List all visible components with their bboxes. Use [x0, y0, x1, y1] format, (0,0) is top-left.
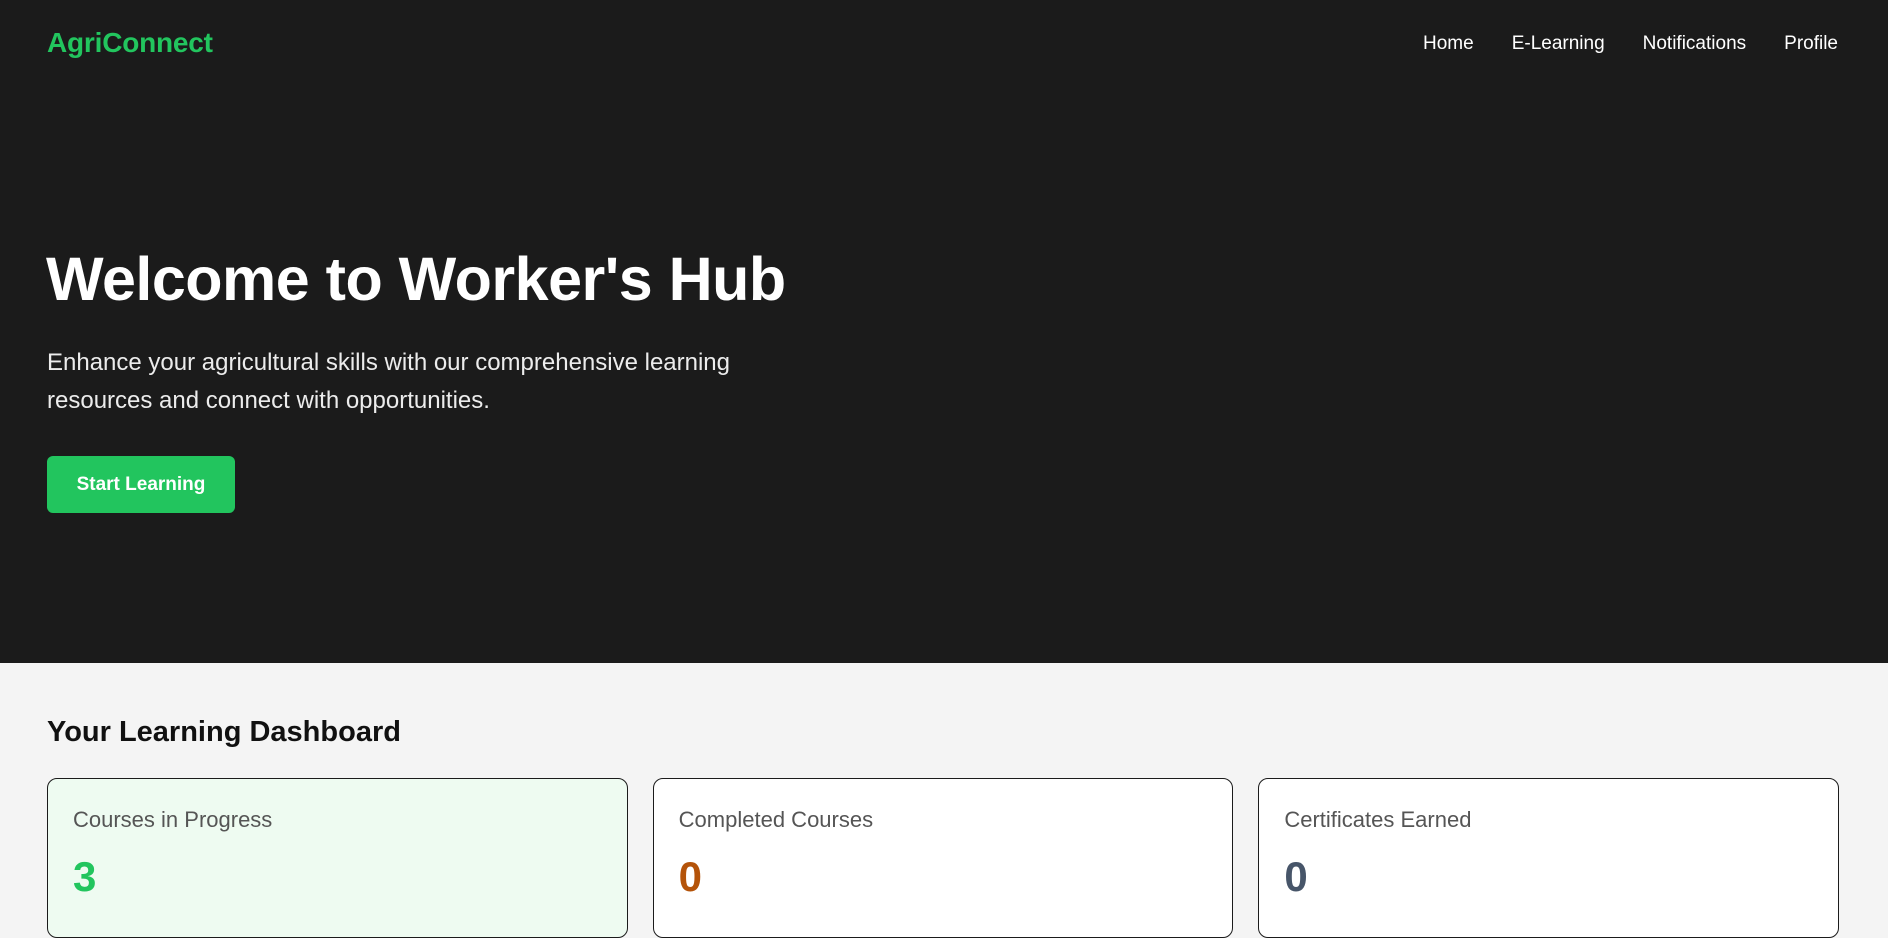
nav-notifications[interactable]: Notifications	[1643, 33, 1747, 55]
card-completed-courses[interactable]: Completed Courses 0	[652, 778, 1234, 938]
hero-subtitle: Enhance your agricultural skills with ou…	[47, 349, 731, 414]
dashboard-cards: Courses in Progress 3 Completed Courses …	[47, 778, 1840, 938]
card-label: Certificates Earned	[1284, 807, 1472, 832]
card-label: Courses in Progress	[73, 807, 273, 832]
card-certificates-earned[interactable]: Certificates Earned 0	[1258, 778, 1840, 938]
main-nav: Home E-Learning Notifications Profile	[1423, 33, 1838, 55]
hero-section: AgriConnect Home E-Learning Notification…	[0, 0, 1888, 663]
nav-profile[interactable]: Profile	[1784, 33, 1838, 55]
nav-e-learning[interactable]: E-Learning	[1512, 33, 1605, 55]
card-value: 3	[73, 853, 97, 900]
nav-home[interactable]: Home	[1423, 33, 1474, 55]
start-learning-button[interactable]: Start Learning	[47, 456, 235, 513]
card-value: 0	[678, 853, 703, 900]
card-value: 0	[1284, 853, 1308, 900]
brand-logo[interactable]: AgriConnect	[47, 27, 213, 59]
dashboard-title: Your Learning Dashboard	[47, 716, 401, 748]
card-courses-in-progress[interactable]: Courses in Progress 3	[47, 778, 628, 938]
card-label: Completed Courses	[678, 807, 874, 832]
hero-title: Welcome to Worker's Hub	[46, 245, 786, 313]
